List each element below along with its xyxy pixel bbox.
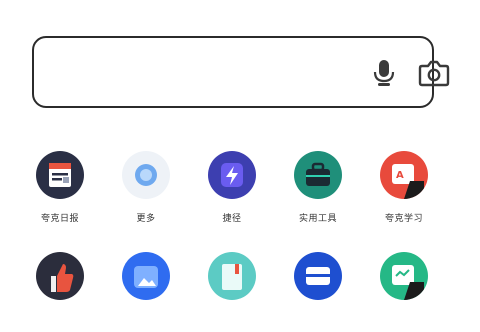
app-photo-folder[interactable] bbox=[111, 252, 181, 332]
app-scanner[interactable] bbox=[283, 252, 353, 332]
search-bar[interactable] bbox=[32, 36, 450, 108]
study-icon: A bbox=[380, 151, 428, 199]
news-icon bbox=[36, 151, 84, 199]
shortcut-icon bbox=[208, 151, 256, 199]
app-notebook[interactable] bbox=[197, 252, 267, 332]
app-label: 捷径 bbox=[222, 214, 242, 224]
app-toolbox[interactable]: 实用工具 bbox=[283, 151, 353, 231]
search-input[interactable] bbox=[48, 52, 342, 94]
notebook-icon bbox=[208, 252, 256, 300]
doc-edit-icon bbox=[380, 252, 428, 300]
toolbox-icon bbox=[294, 151, 342, 199]
app-news[interactable]: 夸克日报 bbox=[25, 151, 95, 231]
app-label: 实用工具 bbox=[298, 214, 337, 224]
svg-text:A: A bbox=[396, 170, 404, 181]
app-label: 更多 bbox=[136, 214, 156, 224]
app-thumb[interactable] bbox=[25, 252, 95, 332]
thumb-up-icon bbox=[36, 252, 84, 300]
app-doc-edit[interactable] bbox=[369, 252, 439, 332]
photo-folder-icon bbox=[122, 252, 170, 300]
app-study[interactable]: A 夸克学习 bbox=[369, 151, 439, 231]
camera-icon[interactable] bbox=[418, 59, 450, 87]
app-shortcut[interactable]: 捷径 bbox=[197, 151, 267, 231]
more-icon bbox=[122, 151, 170, 199]
app-label: 夸克学习 bbox=[384, 214, 423, 224]
app-more[interactable]: 更多 bbox=[111, 151, 181, 231]
scanner-icon bbox=[294, 252, 342, 300]
microphone-icon[interactable] bbox=[370, 58, 398, 88]
app-label: 夸克日报 bbox=[40, 214, 79, 224]
